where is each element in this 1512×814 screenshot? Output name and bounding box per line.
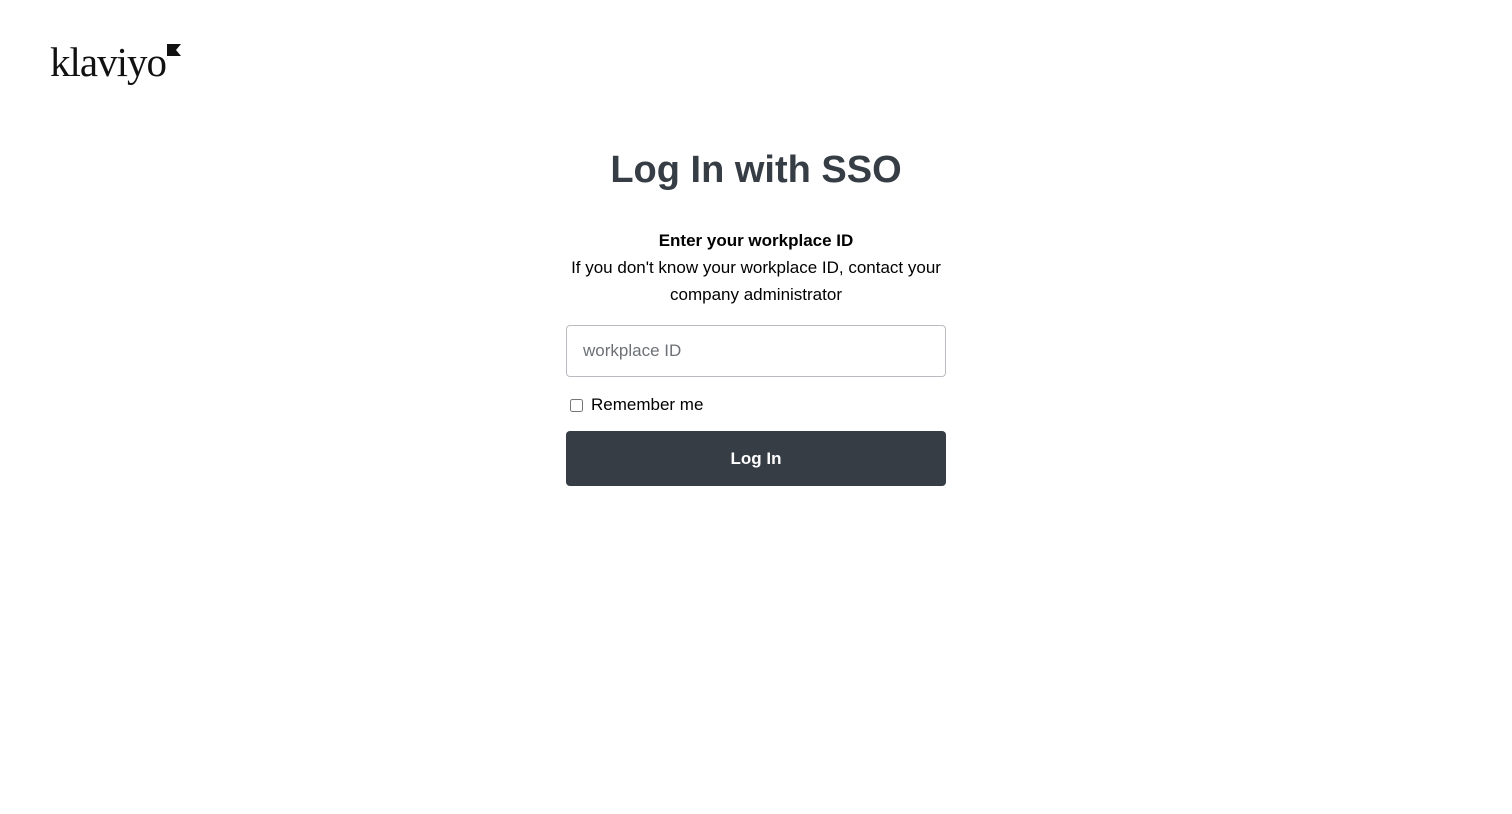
remember-me-label[interactable]: Remember me <box>591 394 703 416</box>
remember-me[interactable]: Remember me <box>570 394 703 416</box>
workplace-id-input[interactable] <box>566 325 946 377</box>
page-title: Log In with SSO <box>610 149 902 191</box>
remember-me-checkbox[interactable] <box>570 398 583 412</box>
klaviyo-logo[interactable]: klaviyo <box>50 38 181 88</box>
instructions-description: If you don't know your workplace ID, con… <box>571 258 941 304</box>
flag-icon <box>166 44 181 56</box>
logo-wordmark: klaviyo <box>50 39 167 85</box>
instructions: Enter your workplace ID If you don't kno… <box>556 227 956 308</box>
instructions-heading: Enter your workplace ID <box>658 231 854 250</box>
log-in-button[interactable]: Log In <box>566 431 946 486</box>
